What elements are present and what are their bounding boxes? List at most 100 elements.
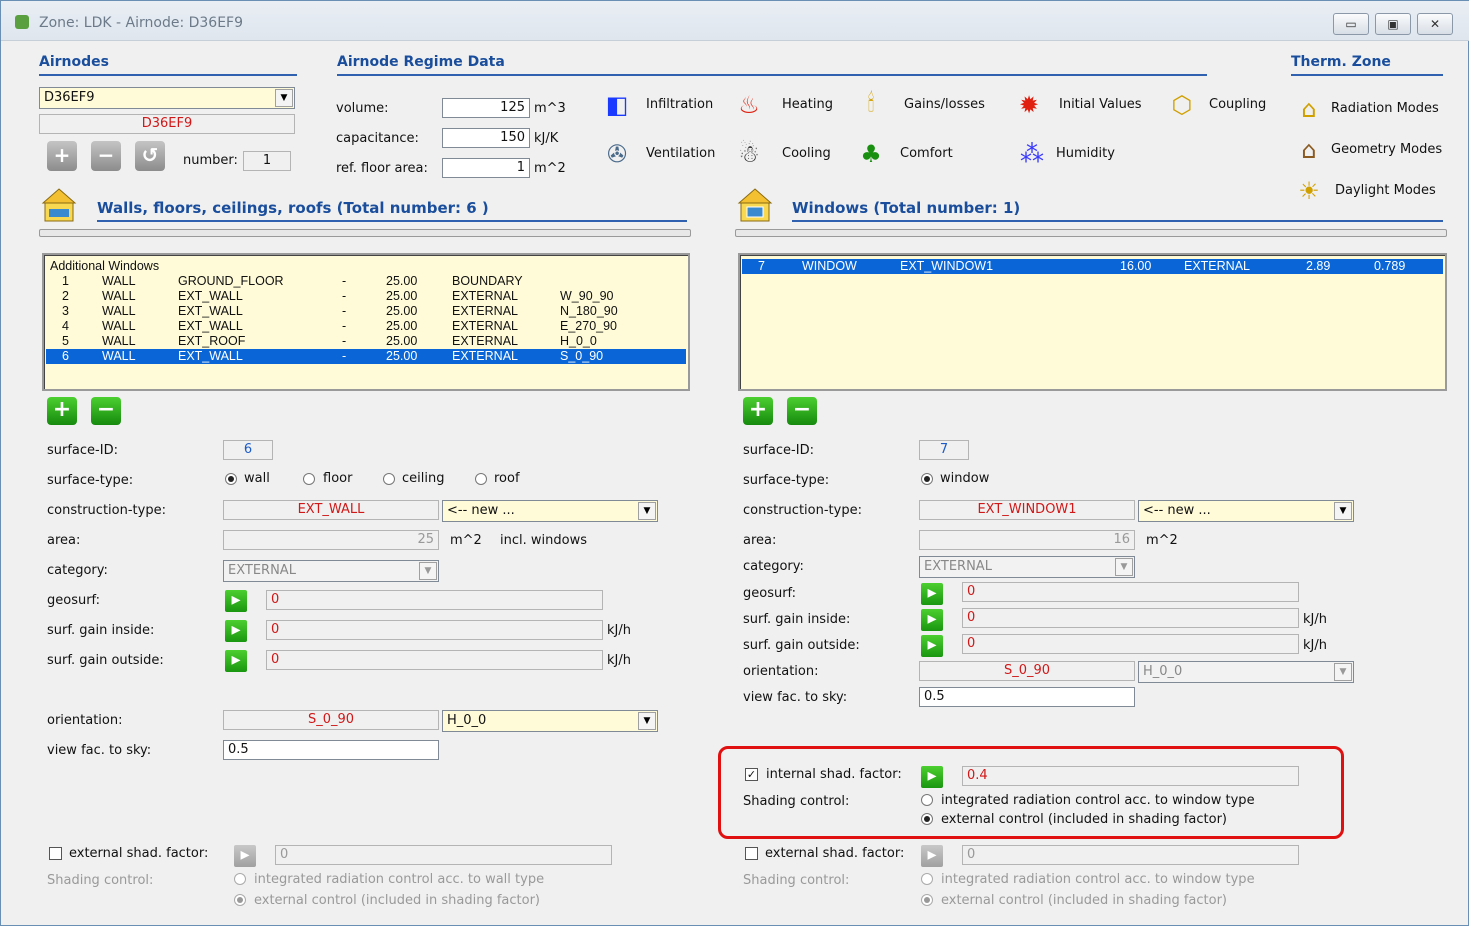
- table-row[interactable]: 5 WALL EXT_ROOF - 25.00 EXTERNAL H_0_0: [46, 334, 686, 349]
- maximize-button[interactable]: ▣: [1375, 13, 1411, 35]
- table-row[interactable]: 2 WALL EXT_WALL - 25.00 EXTERNAL W_90_90: [46, 289, 686, 304]
- ceiling-radio[interactable]: [383, 473, 395, 485]
- win-cons-select[interactable]: <-- new ... ▼: [1138, 500, 1354, 522]
- windows-list[interactable]: 7 WINDOW EXT_WINDOW1 16.00 EXTERNAL 2.89 0.789: [738, 253, 1447, 391]
- int-shad-opt2-radio[interactable]: [921, 813, 933, 825]
- play-icon[interactable]: ▸: [921, 635, 943, 657]
- airnode-select[interactable]: D36EF9 ▼: [39, 87, 295, 109]
- win-ext-opt1-radio[interactable]: [921, 873, 933, 885]
- win-cons-field[interactable]: EXT_WINDOW1: [919, 500, 1135, 520]
- daylight-modes-icon[interactable]: ☀: [1291, 173, 1327, 209]
- win-orientation-select[interactable]: H_0_0 ▼: [1138, 661, 1354, 683]
- initial-values-button[interactable]: Initial Values: [1059, 97, 1142, 112]
- play-icon[interactable]: ▸: [921, 609, 943, 631]
- ventilation-icon[interactable]: ✇: [599, 136, 635, 172]
- wall-cons-select[interactable]: <-- new ... ▼: [442, 500, 658, 522]
- table-row[interactable]: 3 WALL EXT_WALL - 25.00 EXTERNAL N_180_90: [46, 304, 686, 319]
- comfort-button[interactable]: Comfort: [900, 146, 953, 161]
- close-button[interactable]: ✕: [1417, 13, 1453, 35]
- walls-list[interactable]: Additional Windows 1 WALL GROUND_FLOOR - 25.…: [42, 253, 690, 391]
- win-gain-out-field[interactable]: 0: [962, 634, 1299, 654]
- wall-orientation-select[interactable]: H_0_0 ▼: [442, 710, 658, 732]
- wall-ext-shad-checkbox[interactable]: [49, 847, 62, 860]
- infiltration-button[interactable]: Infiltration: [646, 97, 713, 112]
- win-surface-id-field[interactable]: 7: [919, 440, 969, 460]
- capacitance-input[interactable]: 150: [442, 128, 530, 148]
- remove-window-button[interactable]: −: [787, 397, 817, 425]
- win-ext-opt2-radio[interactable]: [921, 894, 933, 906]
- play-icon[interactable]: ▸: [921, 766, 943, 788]
- win-area-field[interactable]: 16: [919, 530, 1135, 550]
- roof-radio[interactable]: [475, 473, 487, 485]
- cooling-button[interactable]: Cooling: [782, 146, 831, 161]
- wall-surface-id-field[interactable]: 6: [223, 440, 273, 460]
- geometry-modes-button[interactable]: Geometry Modes: [1331, 142, 1442, 157]
- coupling-button[interactable]: Coupling: [1209, 97, 1266, 112]
- gains-icon[interactable]: 🕯: [853, 85, 889, 121]
- comfort-icon[interactable]: ♣: [853, 136, 889, 172]
- table-row-selected[interactable]: 7 WINDOW EXT_WINDOW1 16.00 EXTERNAL 2.89 0.789: [742, 259, 1443, 274]
- wall-gain-out-field[interactable]: 0: [266, 650, 603, 670]
- int-shad-opt1-radio[interactable]: [921, 794, 933, 806]
- windows-splitter[interactable]: [735, 229, 1447, 237]
- radiation-modes-button[interactable]: Radiation Modes: [1331, 101, 1439, 116]
- wall-orientation-field[interactable]: S_0_90: [223, 710, 439, 730]
- heating-icon[interactable]: ♨: [731, 87, 767, 123]
- win-gain-in-field[interactable]: 0: [962, 608, 1299, 628]
- window-radio[interactable]: [921, 473, 933, 485]
- win-ext-shad-field[interactable]: 0: [962, 845, 1299, 865]
- table-row[interactable]: 1 WALL GROUND_FLOOR - 25.00 BOUNDARY: [46, 274, 686, 289]
- volume-input[interactable]: 125: [442, 98, 530, 118]
- win-vfs-input[interactable]: 0.5: [919, 687, 1135, 707]
- add-wall-button[interactable]: +: [47, 397, 77, 425]
- cooling-icon[interactable]: ☃: [731, 136, 767, 172]
- wall-shad-opt1-radio[interactable]: [234, 873, 246, 885]
- play-icon[interactable]: ▸: [225, 650, 247, 672]
- add-window-button[interactable]: +: [743, 397, 773, 425]
- geometry-modes-icon[interactable]: ⌂: [1291, 132, 1327, 168]
- humidity-button[interactable]: Humidity: [1056, 146, 1115, 161]
- wall-geosurf-field[interactable]: 0: [266, 590, 603, 610]
- play-icon[interactable]: ▸: [225, 620, 247, 642]
- infiltration-icon[interactable]: ◧: [599, 87, 635, 123]
- play-icon[interactable]: ▸: [921, 845, 943, 867]
- minimize-button[interactable]: ▭: [1333, 13, 1369, 35]
- win-geosurf-field[interactable]: 0: [962, 582, 1299, 602]
- daylight-modes-button[interactable]: Daylight Modes: [1335, 183, 1436, 198]
- remove-wall-button[interactable]: −: [91, 397, 121, 425]
- int-shad-field[interactable]: 0.4: [962, 766, 1299, 786]
- play-icon[interactable]: ▸: [234, 845, 256, 867]
- coupling-icon[interactable]: ⬡: [1164, 87, 1200, 123]
- wall-shad-opt2-radio[interactable]: [234, 894, 246, 906]
- airnode-name-field[interactable]: D36EF9: [39, 114, 295, 134]
- wall-area-field[interactable]: 25: [223, 530, 439, 550]
- wall-category-select[interactable]: EXTERNAL ▼: [223, 560, 439, 582]
- wall-radio[interactable]: [225, 473, 237, 485]
- win-category-select[interactable]: EXTERNAL ▼: [919, 556, 1135, 578]
- play-icon[interactable]: ▸: [225, 590, 247, 612]
- wall-vfs-input[interactable]: 0.5: [223, 740, 439, 760]
- win-orientation-field[interactable]: S_0_90: [919, 661, 1135, 681]
- remove-airnode-button[interactable]: −: [91, 141, 121, 171]
- refresh-airnode-button[interactable]: ↺: [135, 141, 165, 171]
- int-shad-checkbox[interactable]: ✓: [745, 768, 758, 781]
- gains-button[interactable]: Gains/losses: [904, 97, 985, 112]
- add-airnode-button[interactable]: +: [47, 141, 77, 171]
- win-ext-shad-checkbox[interactable]: [745, 847, 758, 860]
- wall-cons-field[interactable]: EXT_WALL: [223, 500, 439, 520]
- table-row-selected[interactable]: 6 WALL EXT_WALL - 25.00 EXTERNAL S_0_90: [46, 349, 686, 364]
- humidity-icon[interactable]: ⁂: [1014, 136, 1050, 172]
- ventilation-button[interactable]: Ventilation: [646, 146, 715, 161]
- table-row[interactable]: 4 WALL EXT_WALL - 25.00 EXTERNAL E_270_90: [46, 319, 686, 334]
- wall-gain-in-field[interactable]: 0: [266, 620, 603, 640]
- play-icon[interactable]: ▸: [921, 583, 943, 605]
- floor-area-input[interactable]: 1: [442, 158, 530, 178]
- number-field[interactable]: 1: [243, 151, 291, 171]
- floor-radio[interactable]: [303, 473, 315, 485]
- walls-splitter[interactable]: [39, 229, 691, 237]
- heating-button[interactable]: Heating: [782, 97, 833, 112]
- radiation-modes-icon[interactable]: ⌂: [1291, 91, 1327, 127]
- initial-values-icon[interactable]: ✹: [1011, 87, 1047, 123]
- ceiling-radio-label: ceiling: [402, 471, 445, 486]
- wall-ext-shad-field[interactable]: 0: [275, 845, 612, 865]
